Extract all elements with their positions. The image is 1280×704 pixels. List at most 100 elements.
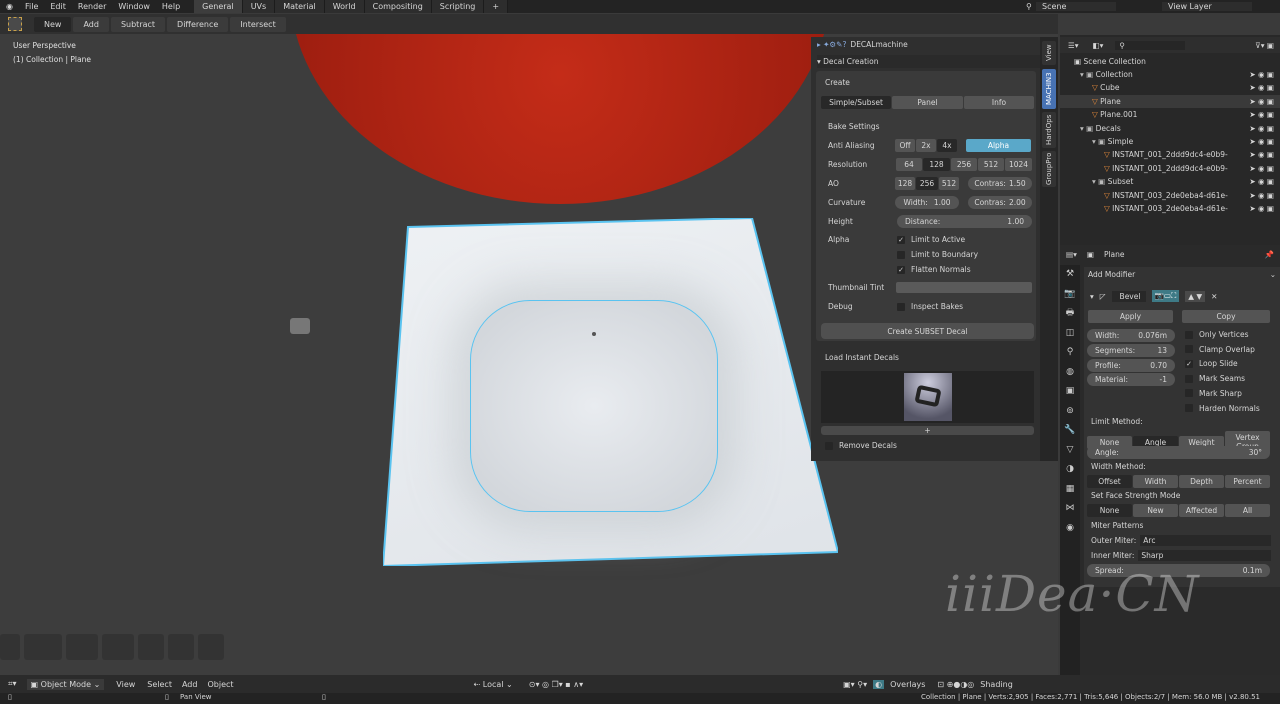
decal-thumbnail[interactable] [904, 373, 952, 421]
object-tab-icon[interactable]: ▣ [1060, 382, 1080, 402]
modifier-option-checkbox[interactable]: Clamp Overlap [1185, 345, 1255, 354]
segment-option[interactable]: Depth [1179, 475, 1224, 488]
tab-grouppro[interactable]: GroupPro [1042, 151, 1056, 187]
collapse-icon[interactable]: ▾ [1090, 292, 1094, 301]
outer-miter-select[interactable]: Outer Miter: Arc [1091, 535, 1271, 546]
outliner-item[interactable]: ▽ INSTANT_001_2ddd9dc4-e0b9- ➤ ◉ ▣ [1060, 162, 1280, 175]
particles-tab-icon[interactable]: ◉ [1060, 519, 1080, 539]
ao-256[interactable]: 256 [916, 177, 938, 190]
restrict-icons[interactable]: ➤ ◉ ▣ [1249, 124, 1274, 133]
limit-active-checkbox[interactable]: ✓ Limit to Active [897, 235, 965, 244]
intersect-button[interactable]: Intersect [230, 16, 286, 32]
render-tab-icon[interactable]: 📷 [1060, 285, 1080, 305]
shading-dropdown[interactable]: Shading [980, 680, 1013, 689]
tab-machin3[interactable]: MACHIN3 [1042, 69, 1056, 109]
outliner-item[interactable]: ▽ Plane ➤ ◉ ▣ [1060, 94, 1280, 108]
difference-button[interactable]: Difference [167, 16, 229, 32]
menu-window[interactable]: Window [112, 2, 156, 11]
outliner-item[interactable]: ▾ ▣ Decals ➤ ◉ ▣ [1060, 122, 1280, 135]
snap-pivot-icons[interactable]: ⊙▾ ◎ ❐▾ ▪ ∧▾ [529, 680, 583, 689]
aa-off[interactable]: Off [895, 139, 915, 152]
apply-button[interactable]: Apply [1088, 310, 1173, 323]
segments-field[interactable]: Segments: 13 [1087, 344, 1175, 357]
tab-uvs[interactable]: UVs [242, 0, 276, 13]
shelf-slot[interactable] [102, 634, 134, 660]
res-128[interactable]: 128 [923, 158, 950, 171]
outliner-item[interactable]: ▽ Cube ➤ ◉ ▣ [1060, 81, 1280, 94]
mode-selector[interactable]: ▣ Object Mode ⌄ [26, 678, 105, 690]
add-decal-button[interactable]: + [821, 426, 1034, 435]
tab-panel[interactable]: Panel [892, 96, 963, 109]
select-menu[interactable]: Select [147, 680, 172, 689]
scene-selector[interactable]: Scene [1036, 2, 1116, 11]
restrict-icons[interactable]: ➤ ◉ ▣ [1249, 97, 1274, 106]
restrict-icons[interactable]: ➤ ◉ ▣ [1249, 204, 1274, 213]
profile-field[interactable]: Profile: 0.70 [1087, 359, 1175, 372]
outliner-item[interactable]: ▽ INSTANT_001_2ddd9dc4-e0b9- ➤ ◉ ▣ [1060, 148, 1280, 161]
move-up-down-buttons[interactable]: ▲ ▼ [1185, 290, 1206, 302]
material-tab-icon[interactable]: ◑ [1060, 460, 1080, 480]
subtract-button[interactable]: Subtract [110, 16, 166, 32]
alpha-toggle[interactable]: Alpha [966, 139, 1031, 152]
thumbnail-tint-color[interactable] [896, 282, 1032, 293]
copy-button[interactable]: Copy [1182, 310, 1270, 323]
restrict-icons[interactable]: ➤ ◉ ▣ [1249, 70, 1274, 79]
restrict-icons[interactable]: ➤ ◉ ▣ [1249, 191, 1274, 200]
height-distance-field[interactable]: Distance: 1.00 [897, 215, 1032, 228]
view-menu[interactable]: View [116, 680, 135, 689]
res-512[interactable]: 512 [978, 158, 1004, 171]
texture-tab-icon[interactable]: ▦ [1060, 480, 1080, 500]
filter-view-icon[interactable]: ◧▾ [1093, 41, 1104, 50]
remove-decals-checkbox[interactable]: Remove Decals [825, 441, 897, 450]
shelf-slot[interactable] [168, 634, 194, 660]
inner-miter-select[interactable]: Inner Miter: Sharp [1091, 550, 1271, 561]
blender-logo-icon[interactable]: ◉ [0, 2, 19, 11]
add-modifier-dropdown[interactable]: Add Modifier ⌄ [1088, 270, 1276, 279]
modifier-option-checkbox[interactable]: ✓ Loop Slide [1185, 359, 1238, 368]
menu-render[interactable]: Render [72, 2, 112, 11]
restrict-icons[interactable]: ➤ ◉ ▣ [1249, 150, 1274, 159]
segment-option[interactable]: Affected [1179, 504, 1224, 517]
tab-material[interactable]: Material [275, 0, 325, 13]
add-menu[interactable]: Add [182, 680, 198, 689]
outliner-item[interactable]: ▾ ▣ Collection ➤ ◉ ▣ [1060, 68, 1280, 81]
restrict-icons[interactable]: ➤ ◉ ▣ [1249, 110, 1274, 119]
camera-icon[interactable] [290, 318, 310, 334]
select-tool-icon[interactable] [8, 17, 22, 31]
section-title[interactable]: Decal Creation [823, 57, 878, 66]
flatten-normals-checkbox[interactable]: ✓ Flatten Normals [897, 265, 971, 274]
visibility-icons[interactable]: ▣▾ ⚲▾ [843, 680, 867, 689]
new-button[interactable]: New [34, 16, 72, 32]
restrict-icons[interactable]: ➤ ◉ ▣ [1249, 177, 1274, 186]
res-64[interactable]: 64 [896, 158, 922, 171]
inspect-bakes-checkbox[interactable]: Inspect Bakes [897, 302, 963, 311]
add-button[interactable]: Add [73, 16, 109, 32]
filter-icon[interactable]: ⊽▾ ▣ [1255, 41, 1274, 50]
outliner-scene-collection[interactable]: ▣ Scene Collection [1060, 55, 1280, 68]
data-tab-icon[interactable]: ▽ [1060, 441, 1080, 461]
modifier-name-field[interactable]: Bevel [1111, 290, 1146, 302]
curvature-contrast-field[interactable]: Contras: 2.00 [968, 196, 1032, 209]
shelf-slot[interactable] [138, 634, 164, 660]
segment-option[interactable]: Percent [1225, 475, 1270, 488]
editor-type-icon[interactable]: ⌗▾ [8, 679, 17, 689]
world-tab-icon[interactable]: ◍ [1060, 363, 1080, 383]
restrict-icons[interactable]: ➤ ◉ ▣ [1249, 83, 1274, 92]
modifier-option-checkbox[interactable]: Only Vertices [1185, 330, 1248, 339]
tab-general[interactable]: General [194, 0, 243, 13]
close-icon[interactable]: ✕ [1211, 292, 1217, 301]
scene-tab-icon[interactable]: ⚲ [1060, 343, 1080, 363]
segment-option[interactable]: None [1087, 504, 1132, 517]
material-field[interactable]: Material: -1 [1087, 373, 1175, 386]
physics-tab-icon[interactable]: ⋈ [1060, 499, 1080, 519]
menu-file[interactable]: File [19, 2, 44, 11]
output-tab-icon[interactable]: 🖶 [1060, 304, 1080, 324]
overlays-toggle-icon[interactable]: ◐ [873, 679, 885, 689]
modifier-option-checkbox[interactable]: Mark Sharp [1185, 389, 1242, 398]
segment-option[interactable]: All [1225, 504, 1270, 517]
create-subset-decal-button[interactable]: Create SUBSET Decal [821, 323, 1034, 339]
modifier-option-checkbox[interactable]: Harden Normals [1185, 404, 1260, 413]
segment-option[interactable]: Width [1133, 475, 1178, 488]
tab-world[interactable]: World [324, 0, 365, 13]
decal-tools-icons[interactable]: ▸ ✦⚙✎? [817, 40, 846, 49]
